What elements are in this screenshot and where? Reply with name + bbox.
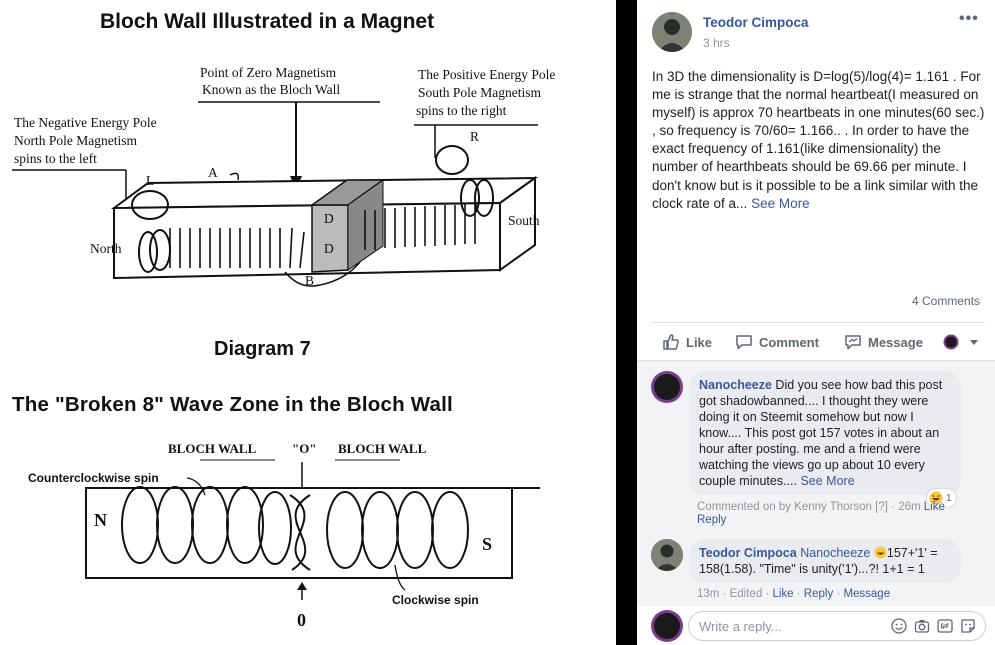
mention-link[interactable]: Nanocheeze xyxy=(800,546,870,560)
comment-button[interactable]: Comment xyxy=(735,332,819,352)
label-zero-bottom: 0 xyxy=(297,610,306,630)
label-B: B xyxy=(305,273,315,288)
label-zero-magnetism: Point of Zero Magnetism xyxy=(200,65,337,80)
label-A: A xyxy=(208,165,218,180)
label-north-pole: North Pole Magnetism xyxy=(14,133,137,148)
edited-label[interactable]: Edited xyxy=(730,588,763,600)
label-clockwise: Clockwise spin xyxy=(392,593,479,607)
gif-icon[interactable] xyxy=(937,618,953,634)
commenter-avatar[interactable] xyxy=(651,371,683,403)
reply-composer: Write a reply... xyxy=(637,606,995,645)
post-sidebar: Teodor Cimpoca 3 hrs ••• In 3D the dimen… xyxy=(637,0,995,645)
label-D-top: D xyxy=(324,211,334,226)
label-positive-pole: The Positive Energy Pole xyxy=(418,67,556,82)
comment-time[interactable]: 13m xyxy=(697,588,719,600)
react-as-selector[interactable] xyxy=(943,332,985,352)
more-options-icon[interactable]: ••• xyxy=(959,10,979,28)
like-label: Like xyxy=(686,334,713,350)
post-author-name[interactable]: Teodor Cimpoca xyxy=(703,15,809,30)
profile-avatar-icon xyxy=(943,334,959,350)
label-south: South xyxy=(508,213,540,228)
comment-bubble: Nanocheeze Did you see how bad this post… xyxy=(689,371,961,495)
caret-down-icon xyxy=(970,340,978,345)
label-zero-quote: "O" xyxy=(292,441,317,456)
comment-message-link[interactable]: Message xyxy=(843,588,890,600)
broken-8-title: The "Broken 8" Wave Zone in the Bloch Wa… xyxy=(12,393,453,416)
label-spins-left: spins to the left xyxy=(14,151,97,166)
label-R: R xyxy=(470,129,480,144)
author-avatar[interactable] xyxy=(652,12,692,52)
message-button[interactable]: Message xyxy=(844,332,923,352)
see-more-link[interactable]: See More xyxy=(800,474,854,488)
my-avatar[interactable] xyxy=(651,610,683,642)
comment-meta: Commented on by Kenny Thorson [?] · 26m … xyxy=(697,501,945,513)
label-bloch-wall-left: BLOCH WALL xyxy=(168,441,257,456)
label-L: L xyxy=(146,173,155,188)
laughing-emoji-icon xyxy=(874,546,887,559)
speech-bubble-icon xyxy=(736,335,752,350)
commented-by[interactable]: Commented on by Kenny Thorson xyxy=(697,501,872,513)
label-bloch-wall-right: BLOCH WALL xyxy=(338,441,427,456)
camera-icon[interactable] xyxy=(914,618,930,634)
diagram-7-title: Diagram 7 xyxy=(214,338,311,360)
label-counterclockwise: Counterclockwise spin xyxy=(28,471,159,485)
label-N: N xyxy=(94,510,107,530)
thumbs-up-icon xyxy=(663,334,679,350)
see-more-link[interactable]: See More xyxy=(751,196,810,211)
help-hint[interactable]: [?] xyxy=(875,501,888,513)
comment-like-link[interactable]: Like xyxy=(772,588,793,600)
comment-meta: 13m · Edited · Like · Reply · Message xyxy=(697,588,891,600)
post-timestamp[interactable]: 3 hrs xyxy=(703,36,730,50)
post-text: In 3D the dimensionality is D=log(5)/log… xyxy=(652,69,985,211)
comment-text: Did you see how bad this post got shadow… xyxy=(699,378,943,488)
commenter-avatar[interactable] xyxy=(651,539,683,571)
comment-time[interactable]: 26m xyxy=(898,501,920,513)
reply-link[interactable]: Reply xyxy=(697,514,726,526)
photo-viewer[interactable]: Bloch Wall Illustrated in a Magnet Point… xyxy=(0,0,616,645)
comments-list: Nanocheeze Did you see how bad this post… xyxy=(637,361,995,606)
sticker-icon[interactable] xyxy=(960,618,976,634)
label-S: S xyxy=(482,534,493,554)
message-label: Message xyxy=(868,334,923,350)
comment-label: Comment xyxy=(759,334,819,350)
comment-reply-link[interactable]: Reply xyxy=(804,588,833,600)
comment-count[interactable]: 4 Comments xyxy=(912,294,980,308)
comment-like-link[interactable]: Like xyxy=(924,501,945,513)
label-bloch-wall: Known as the Bloch Wall xyxy=(202,82,341,97)
label-north: North xyxy=(90,241,122,256)
post-body: In 3D the dimensionality is D=log(5)/log… xyxy=(652,68,985,213)
like-button[interactable]: Like xyxy=(662,332,712,352)
reaction-count: 1 xyxy=(946,492,952,504)
comment-bubble: Teodor Cimpoca Nanocheeze 157+'1' = 158(… xyxy=(689,539,961,583)
label-negative-pole: The Negative Energy Pole xyxy=(14,115,157,130)
divider xyxy=(652,322,985,323)
commenter-name[interactable]: Teodor Cimpoca xyxy=(699,546,797,560)
emoji-icon[interactable] xyxy=(891,618,907,634)
label-spins-right: spins to the right xyxy=(416,103,507,118)
label-D-bottom: D xyxy=(324,241,334,256)
commenter-name[interactable]: Nanocheeze xyxy=(699,378,772,392)
messenger-icon xyxy=(845,335,861,350)
label-south-pole: South Pole Magnetism xyxy=(418,85,542,100)
